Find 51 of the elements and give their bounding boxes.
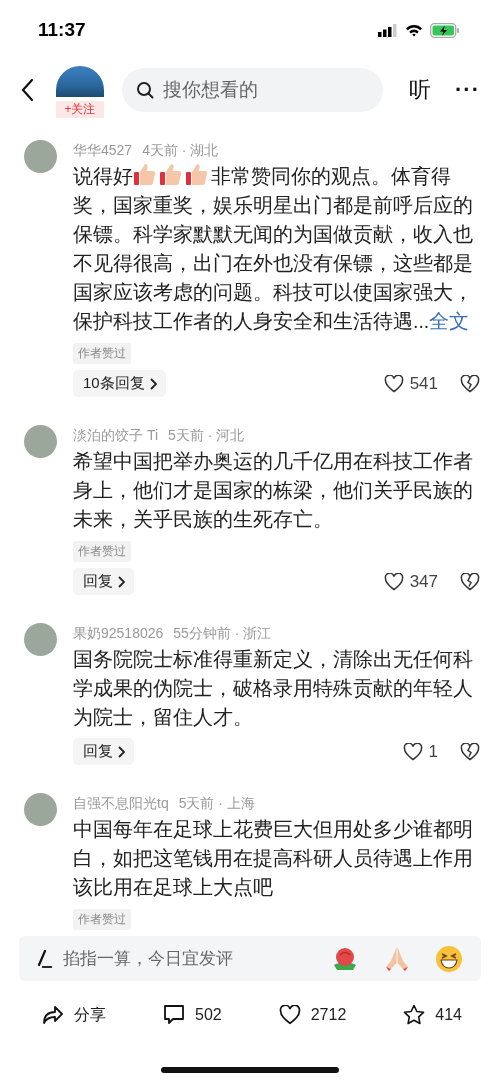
thumbs-up-icon xyxy=(186,162,208,186)
like-count: 1 xyxy=(428,741,438,762)
star-icon xyxy=(403,1004,426,1026)
search-placeholder: 搜你想看的 xyxy=(163,78,258,102)
more-button[interactable]: ··· xyxy=(455,77,480,103)
dislike-icon[interactable] xyxy=(460,374,480,393)
battery-charging-icon xyxy=(430,22,460,38)
comment-text: 国务院院士标准得重新定义，清除出无任何科学成果的伪院士，破格录用特殊贡献的年轻人为院士，留住人才。 xyxy=(73,647,474,730)
comment-time-location: 5天前 · 上海 xyxy=(178,795,255,813)
listen-button[interactable]: 听 xyxy=(409,75,431,105)
chevron-icon xyxy=(118,575,125,588)
wifi-icon xyxy=(405,23,423,37)
reply-button[interactable]: 回复 xyxy=(73,738,134,765)
comment-button[interactable]: 502 xyxy=(163,1004,222,1026)
pen-icon xyxy=(37,949,53,968)
author-liked-badge: 作者赞过 xyxy=(73,541,131,562)
chevron-icon xyxy=(118,745,125,758)
like-count: 347 xyxy=(409,571,438,592)
photo-placeholder[interactable] xyxy=(56,66,104,97)
like-button[interactable]: 2712 xyxy=(278,1005,347,1025)
comment-text: 中国每年在足球上花费巨大但用处多少谁都明白，如把这笔钱用在提高科研人员待遇上作用该比用在足球上大点吧 xyxy=(73,817,474,900)
author-liked-badge: 作者赞过 xyxy=(73,909,131,930)
comment-time-location: 55分钟前 · 浙江 xyxy=(173,625,272,643)
thumbs-up-icon xyxy=(134,162,156,186)
favorite-button[interactable]: 414 xyxy=(403,1004,462,1026)
comment-text: 希望中国把举办奥运的几千亿用在科技工作者身上，他们才是国家的栋梁，他们关乎民族的未来，关乎民族的生死存亡。 xyxy=(73,449,474,532)
author-liked-badge: 作者赞过 xyxy=(73,343,131,364)
status-time: 11:37 xyxy=(38,19,86,41)
chevron-icon xyxy=(149,377,157,390)
full-text-link[interactable]: 全文 xyxy=(429,310,470,332)
comment-time-location: 5天前 · 河北 xyxy=(168,427,245,445)
reply-button[interactable]: 10条回复 xyxy=(73,370,166,397)
comment-icon xyxy=(163,1004,185,1026)
dislike-icon[interactable] xyxy=(460,742,480,761)
follow-button[interactable]: +关注 xyxy=(56,101,104,118)
comment-time-location: 4天前 · 湖北 xyxy=(142,142,219,160)
share-button[interactable]: 分享 xyxy=(42,1004,106,1026)
grinning-face-icon[interactable] xyxy=(435,944,463,973)
thumbs-up-icon xyxy=(160,162,182,186)
dislike-icon[interactable] xyxy=(460,572,480,591)
comment-text: 说得好 非常赞同你的观点。体育得奖，国家重奖，娱乐明星出门都是前呼后应的保镖。科学家默默无闻的为国做贡献，收入也不见得很高，出门在外也没有保镖，这些都是国家应该考虑的问题。科技可以使国家强大，保护科技工作者的人身安全和生活待遇...全文 xyxy=(73,162,479,336)
heart-icon[interactable] xyxy=(383,572,404,591)
like-count: 541 xyxy=(409,373,438,394)
search-icon xyxy=(136,81,154,99)
heart-icon[interactable] xyxy=(402,742,423,761)
reply-button[interactable]: 回复 xyxy=(73,568,134,595)
heart-icon[interactable] xyxy=(383,374,404,393)
heart-icon xyxy=(278,1005,301,1025)
search-field[interactable]: 搜你想看的 xyxy=(122,68,383,112)
share-icon xyxy=(42,1005,64,1025)
signal-icon xyxy=(378,23,398,37)
